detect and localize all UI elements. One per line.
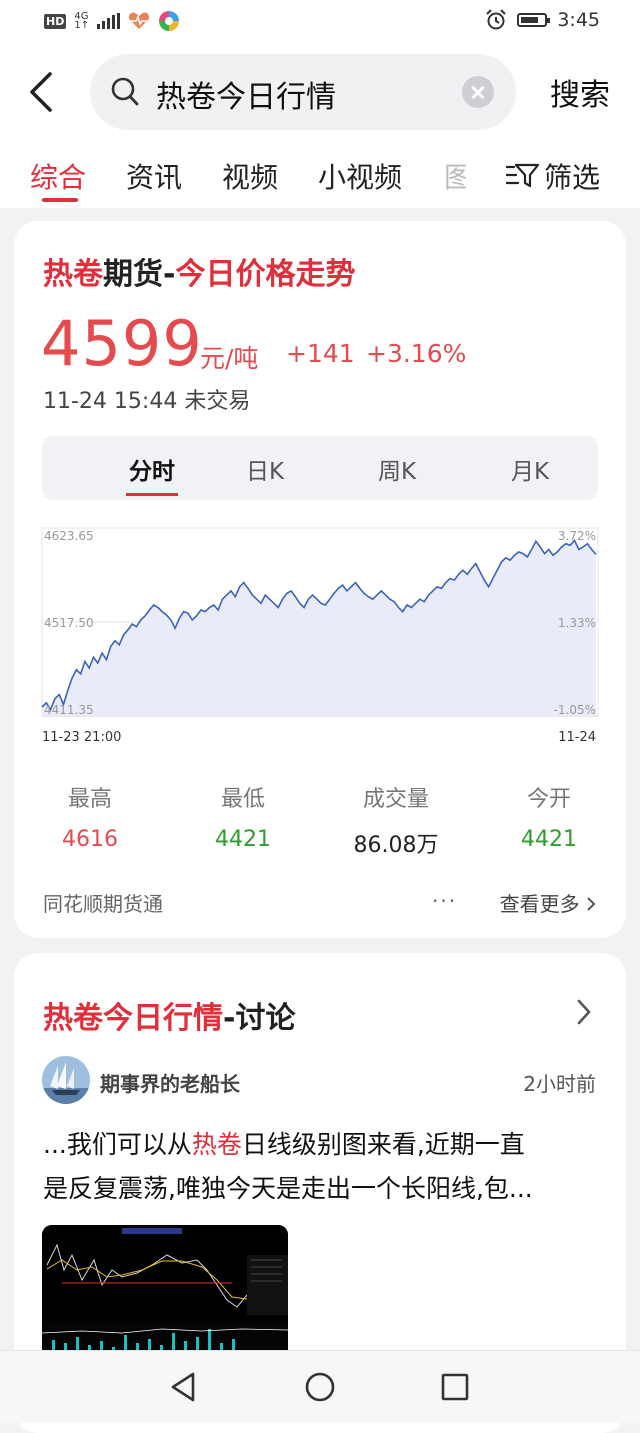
- nav-recents-icon[interactable]: [440, 1371, 470, 1403]
- search-icon: [111, 77, 139, 106]
- post-excerpt[interactable]: ...我们可以从热卷日线级别图来看,近期一直 是反复震荡,唯独今天是走出一个长阳…: [43, 1123, 599, 1211]
- post-line-1-end: 日线级别图来看,近期一直: [241, 1130, 525, 1159]
- intraday-chart[interactable]: 4623.65 4517.50 4411.35 3.72% 1.33% -1.0…: [40, 526, 600, 746]
- nav-back-icon[interactable]: [168, 1371, 198, 1403]
- status-bar: HD 4G 1↑ 3:45: [0, 0, 640, 44]
- tab-comprehensive[interactable]: 综合: [30, 156, 86, 196]
- tab-short-video[interactable]: 小视频: [318, 156, 402, 196]
- post-line-1: ...我们可以从热卷日线级别图来看,近期一直: [43, 1123, 599, 1167]
- tab-weekly-k[interactable]: 周K: [352, 452, 442, 486]
- author-name[interactable]: 期事界的老船长: [100, 1068, 240, 1097]
- candlestick-thumbnail-icon: [42, 1225, 288, 1365]
- price-timestamp: 11-24 15:44 未交易: [43, 389, 251, 414]
- y-pct-top: 3.72%: [558, 529, 596, 543]
- see-more-label: 查看更多: [499, 892, 580, 916]
- battery-icon: [517, 13, 551, 27]
- search-header: 热卷今日行情 搜索: [0, 44, 640, 144]
- network-indicator: 4G 1↑: [74, 12, 90, 31]
- stat-low-label: 最低: [220, 787, 265, 812]
- title-trend: 今日价格走势: [175, 257, 356, 292]
- stat-volume-value: 86.08万: [353, 833, 439, 858]
- price-unit: 元/吨: [200, 344, 259, 373]
- tab-intraday[interactable]: 分时: [107, 452, 197, 486]
- y-pct-mid: 1.33%: [558, 616, 596, 630]
- stat-high: 最高 4616: [30, 781, 150, 852]
- x-tick-start: 11-23 21:00: [42, 730, 121, 745]
- tab-images-partial[interactable]: 图: [444, 156, 466, 190]
- stat-high-label: 最高: [67, 787, 112, 812]
- clock: 3:45: [557, 9, 600, 31]
- tab-daily-k[interactable]: 日K: [220, 452, 310, 486]
- post-line-1-start: ...我们可以从: [43, 1130, 192, 1159]
- filter-button[interactable]: 筛选: [505, 156, 600, 196]
- avatar[interactable]: [42, 1056, 90, 1104]
- tab-video[interactable]: 视频: [222, 156, 278, 196]
- current-price: 4599: [41, 307, 203, 380]
- y-tick-mid: 4517.50: [44, 616, 94, 630]
- price-change: +141: [286, 339, 355, 368]
- clear-icon[interactable]: [462, 76, 494, 108]
- y-pct-bottom: -1.05%: [554, 703, 596, 717]
- alarm-icon: [486, 9, 507, 30]
- tab-news[interactable]: 资讯: [126, 156, 182, 196]
- price-card[interactable]: 热卷期货-今日价格走势 4599 元/吨 +141 +3.16% 11-24 1…: [14, 221, 626, 938]
- more-options-icon[interactable]: ···: [432, 889, 457, 913]
- category-tabs: 综合 资讯 视频 小视频 图 筛选: [0, 144, 640, 208]
- discussion-title-keyword: 热卷今日行情: [43, 1001, 223, 1036]
- battery-level: [521, 17, 539, 23]
- see-more-link[interactable]: 查看更多: [500, 888, 596, 917]
- post-line-2: 是反复震荡,唯独今天是走出一个长阳线,包...: [43, 1174, 533, 1203]
- stat-open: 今开 4421: [489, 781, 609, 852]
- chevron-right-small-icon: [587, 897, 596, 911]
- search-button[interactable]: 搜索: [550, 70, 610, 114]
- discussion-title-suffix: -讨论: [223, 1001, 296, 1036]
- source-label[interactable]: 同花顺期货通: [43, 888, 163, 917]
- price-change-percent: +3.16%: [366, 339, 467, 368]
- hd-badge: HD: [44, 13, 67, 29]
- period-tabs: 分时 日K 周K 月K: [42, 436, 598, 500]
- active-tab-indicator: [42, 198, 78, 202]
- chart-svg: 4623.65 4517.50 4411.35 3.72% 1.33% -1.0…: [41, 527, 599, 745]
- app-logo-icon: [159, 11, 180, 31]
- stat-volume: 成交量 86.08万: [336, 781, 456, 859]
- title-keyword: 热卷: [43, 257, 103, 292]
- y-tick-bottom: 4411.35: [44, 703, 94, 717]
- stat-volume-label: 成交量: [362, 787, 429, 812]
- price-stats: 最高 4616 最低 4421 成交量 86.08万 今开 4421: [14, 781, 626, 861]
- filter-icon: [505, 163, 540, 188]
- period-tab-indicator: [126, 493, 178, 496]
- stat-high-value: 4616: [62, 827, 118, 852]
- tab-monthly-k[interactable]: 月K: [485, 452, 575, 486]
- post-highlight: 热卷: [191, 1130, 242, 1159]
- status-right: 3:45: [485, 9, 600, 31]
- title-futures: 期货-: [103, 257, 176, 292]
- search-query[interactable]: 热卷今日行情: [156, 72, 336, 116]
- post-time: 2小时前: [523, 1072, 596, 1096]
- heart-rate-icon: [129, 12, 150, 29]
- signal-icon: [97, 13, 121, 29]
- status-left: HD 4G 1↑: [44, 10, 180, 32]
- y-tick-top: 4623.65: [44, 529, 94, 543]
- system-nav-bar: [0, 1350, 640, 1423]
- discussion-title: 热卷今日行情-讨论: [43, 993, 295, 1037]
- stat-low: 最低 4421: [183, 781, 303, 852]
- chevron-right-icon[interactable]: [576, 999, 592, 1025]
- stat-open-label: 今开: [526, 787, 571, 812]
- stat-low-value: 4421: [215, 827, 271, 852]
- price-card-title: 热卷期货-今日价格走势: [43, 249, 355, 293]
- back-arrow-icon[interactable]: [24, 70, 60, 114]
- x-tick-end: 11-24: [558, 730, 596, 745]
- nav-home-icon[interactable]: [304, 1371, 336, 1403]
- search-input[interactable]: 热卷今日行情: [90, 54, 516, 130]
- filter-label: 筛选: [543, 161, 600, 194]
- sailboat-avatar-icon: [42, 1056, 90, 1104]
- stat-open-value: 4421: [521, 827, 577, 852]
- network-activity: 1↑: [74, 20, 90, 31]
- post-image-thumbnail[interactable]: [42, 1225, 288, 1365]
